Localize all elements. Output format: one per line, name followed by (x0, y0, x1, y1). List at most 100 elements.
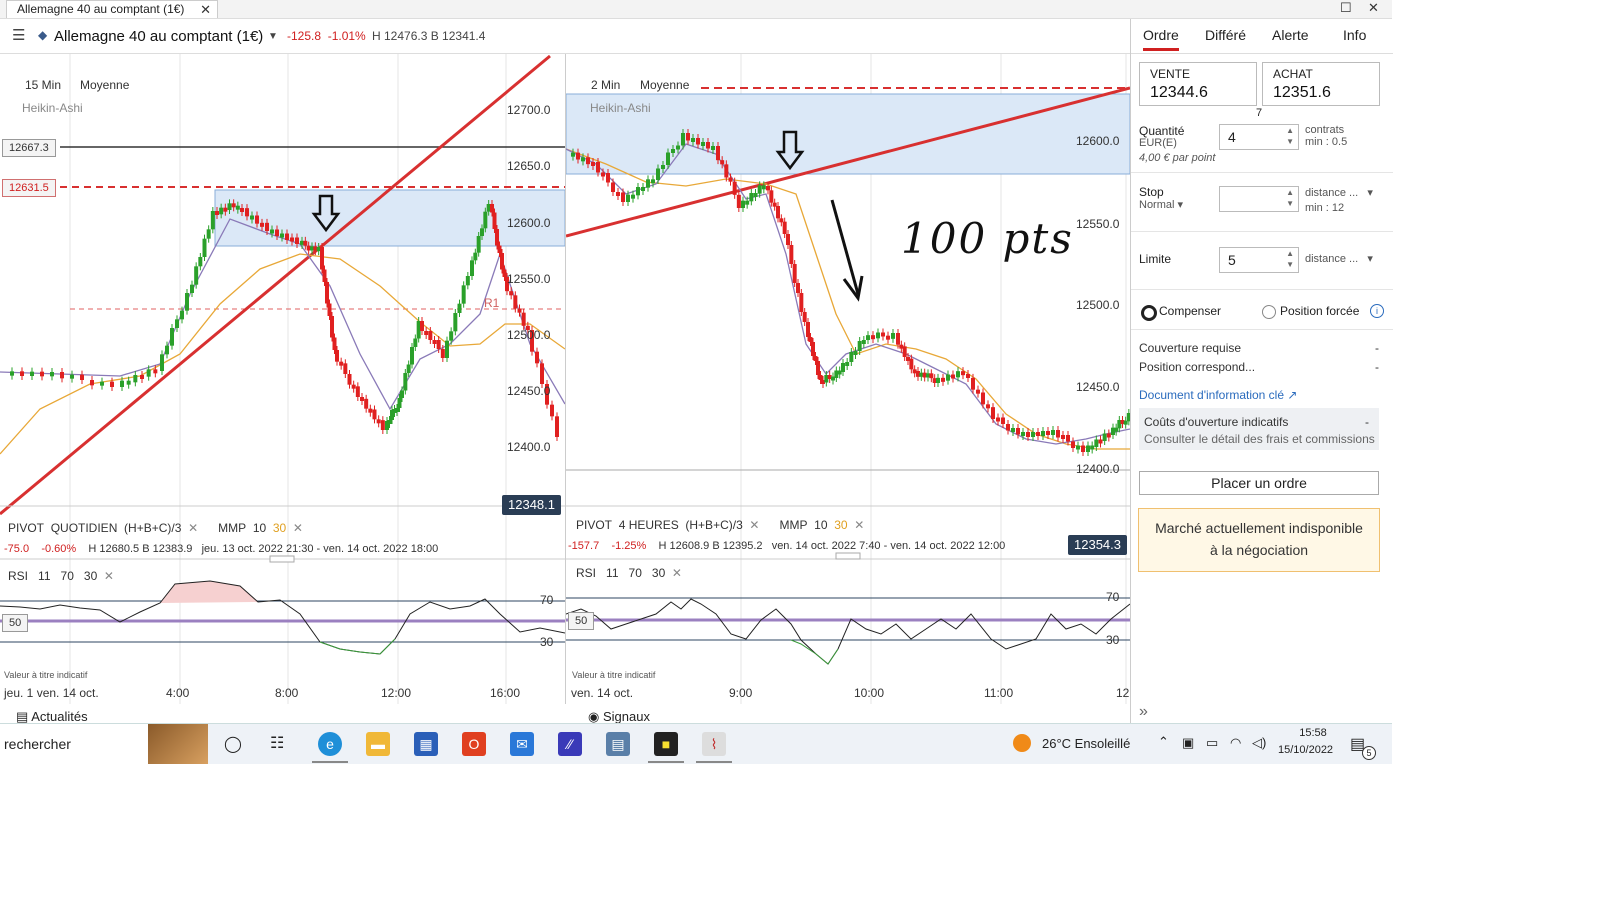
candle (440, 349, 445, 358)
candle (509, 291, 514, 296)
limit-stepper[interactable]: 5 ▲ ▼ (1219, 247, 1299, 273)
chart-app-icon[interactable]: ⌇ (702, 732, 726, 756)
maximize-icon[interactable]: ☐ (1340, 0, 1352, 16)
candle (30, 371, 34, 376)
volume-icon[interactable]: ◁) (1252, 735, 1266, 751)
place-order-button[interactable]: Placer un ordre (1139, 471, 1379, 495)
taskbar-search[interactable]: rechercher (0, 724, 150, 764)
stepper-arrows-icon[interactable]: ▲ ▼ (1286, 187, 1294, 209)
chart-style-label[interactable]: Heikin-Ashi (590, 101, 651, 115)
candle (811, 342, 815, 356)
edge-browser-icon[interactable]: e (318, 732, 342, 756)
radio-position-forcee-label[interactable]: Position forcée (1280, 304, 1359, 318)
sell-button[interactable]: VENTE 12344.6 (1139, 62, 1257, 106)
clock-time[interactable]: 15:58 (1290, 727, 1336, 739)
office-icon[interactable]: O (462, 732, 486, 756)
tab-info[interactable]: Info (1343, 27, 1366, 43)
chart-style-label[interactable]: Heikin-Ashi (22, 101, 83, 115)
buy-button[interactable]: ACHAT 12351.6 (1262, 62, 1380, 106)
ma-fast-line (566, 143, 1130, 445)
chevron-down-icon[interactable]: ▼ (268, 31, 278, 42)
pivot-indicator[interactable]: PIVOT QUOTIDIEN (H+B+C)/3 ✕ MMP 10 30 ✕ (8, 521, 303, 535)
rsi-hi-label: 70 (1106, 590, 1120, 604)
remove-indicator-icon[interactable]: ✕ (749, 518, 759, 532)
instrument-title[interactable]: Allemagne 40 au comptant (1€) (54, 28, 263, 45)
collapse-panel-icon[interactable]: » (1139, 703, 1148, 721)
tab-title: Allemagne 40 au comptant (1€) (17, 2, 185, 16)
tab-ordre[interactable]: Ordre (1143, 27, 1179, 51)
close-tab-icon[interactable]: ✕ (200, 1, 211, 18)
stepper-arrows-icon[interactable]: ▲ ▼ (1286, 248, 1294, 270)
stepper-arrows-icon[interactable]: ▲ ▼ (1286, 125, 1294, 147)
file-explorer-icon[interactable]: ▬ (366, 732, 390, 756)
candle (40, 371, 44, 377)
candle (110, 381, 114, 387)
radio-compenser[interactable] (1141, 305, 1157, 321)
candle (761, 185, 766, 190)
rsi-indicator[interactable]: RSI 11 70 30 ✕ (576, 566, 682, 580)
stop-type-select[interactable]: Normal ▾ (1139, 198, 1183, 211)
widgets-icon[interactable]: ☷ (270, 733, 284, 753)
indicative-note: Valeur à titre indicatif (4, 670, 88, 680)
candle (1061, 435, 1065, 439)
info-icon[interactable]: i (1370, 304, 1384, 318)
coverage-value: - (1375, 341, 1379, 355)
handwritten-annotation: 100 pts (901, 214, 1074, 263)
chart-right-svg[interactable] (566, 54, 1130, 704)
tab-alerte[interactable]: Alerte (1272, 27, 1309, 43)
chart-panel-right[interactable]: 2 Min Moyenne Heikin-Ashi 12600.0 12550.… (566, 54, 1131, 704)
mail-icon[interactable]: ✉ (510, 732, 534, 756)
remove-indicator-icon[interactable]: ✕ (672, 566, 682, 580)
sun-weather-icon[interactable] (1013, 734, 1031, 752)
battery-icon[interactable]: ▭ (1206, 735, 1218, 751)
candle (845, 362, 850, 366)
network-status-icon[interactable]: ▣ (1182, 735, 1194, 751)
chart-panel-left[interactable]: 15 Min Moyenne Heikin-Ashi 12667.3 12631… (0, 54, 566, 704)
stop-distance-select[interactable]: distance ... ▾ (1305, 186, 1373, 199)
overlay-selector[interactable]: Moyenne (640, 78, 689, 92)
sticky-notes-icon[interactable]: ■ (654, 732, 678, 756)
candle (372, 409, 377, 420)
limit-value: 5 (1228, 252, 1236, 268)
costs-box[interactable]: Coûts d'ouverture indicatifs - Consulter… (1139, 408, 1379, 450)
quantity-stepper[interactable]: 4 ▲ ▼ (1219, 124, 1299, 150)
kid-document-link[interactable]: Document d'information clé ↗ (1139, 388, 1297, 402)
chevron-up-icon[interactable]: ⌃ (1158, 734, 1169, 750)
browser-tab[interactable]: Allemagne 40 au comptant (1€) ✕ (6, 0, 218, 18)
tab-differe[interactable]: Différé (1205, 27, 1246, 43)
remove-indicator-icon[interactable]: ✕ (104, 569, 114, 583)
trading-app-icon[interactable]: ⁄⁄ (558, 732, 582, 756)
pivot-indicator[interactable]: PIVOT 4 HEURES (H+B+C)/3 ✕ MMP 10 30 ✕ (576, 518, 864, 532)
task-view-circle-icon[interactable]: ◯ (224, 734, 242, 754)
market-closed-warning: Marché actuellement indisponible à la né… (1138, 508, 1380, 572)
interval-selector[interactable]: 15 Min (25, 78, 61, 92)
candle (1056, 430, 1060, 438)
candle (436, 340, 441, 349)
costs-sub-link[interactable]: Consulter le détail des frais et commiss… (1144, 432, 1375, 446)
weather-text[interactable]: 26°C Ensoleillé (1042, 736, 1130, 751)
stop-field[interactable]: ▲ ▼ (1219, 186, 1299, 212)
overlay-selector[interactable]: Moyenne (80, 78, 129, 92)
clock-date[interactable]: 15/10/2022 (1278, 744, 1333, 756)
radio-compenser-label[interactable]: Compenser (1159, 304, 1221, 318)
external-link-icon: ↗ (1287, 388, 1298, 402)
order-panel: Ordre Différé Alerte Info VENTE 12344.6 … (1130, 19, 1393, 723)
radio-position-forcee[interactable] (1262, 305, 1276, 319)
limit-distance-select[interactable]: distance ... ▾ (1305, 252, 1373, 265)
interval-selector[interactable]: 2 Min (591, 78, 620, 92)
x-tick: 10:00 (854, 686, 885, 700)
candle (951, 374, 955, 379)
close-window-icon[interactable]: ✕ (1368, 0, 1379, 16)
calculator-icon[interactable]: ▤ (606, 732, 630, 756)
candle (616, 192, 620, 196)
candle (500, 253, 504, 270)
candle (10, 371, 14, 376)
wifi-icon[interactable]: ◠ (1230, 735, 1241, 751)
chart-left-svg[interactable] (0, 54, 565, 704)
remove-indicator-icon[interactable]: ✕ (854, 518, 864, 532)
menu-icon[interactable]: ☰ (12, 26, 25, 44)
rsi-indicator[interactable]: RSI 11 70 30 ✕ (8, 569, 114, 583)
remove-indicator-icon[interactable]: ✕ (188, 521, 198, 535)
remove-indicator-icon[interactable]: ✕ (293, 521, 303, 535)
store-icon[interactable]: ▦ (414, 732, 438, 756)
